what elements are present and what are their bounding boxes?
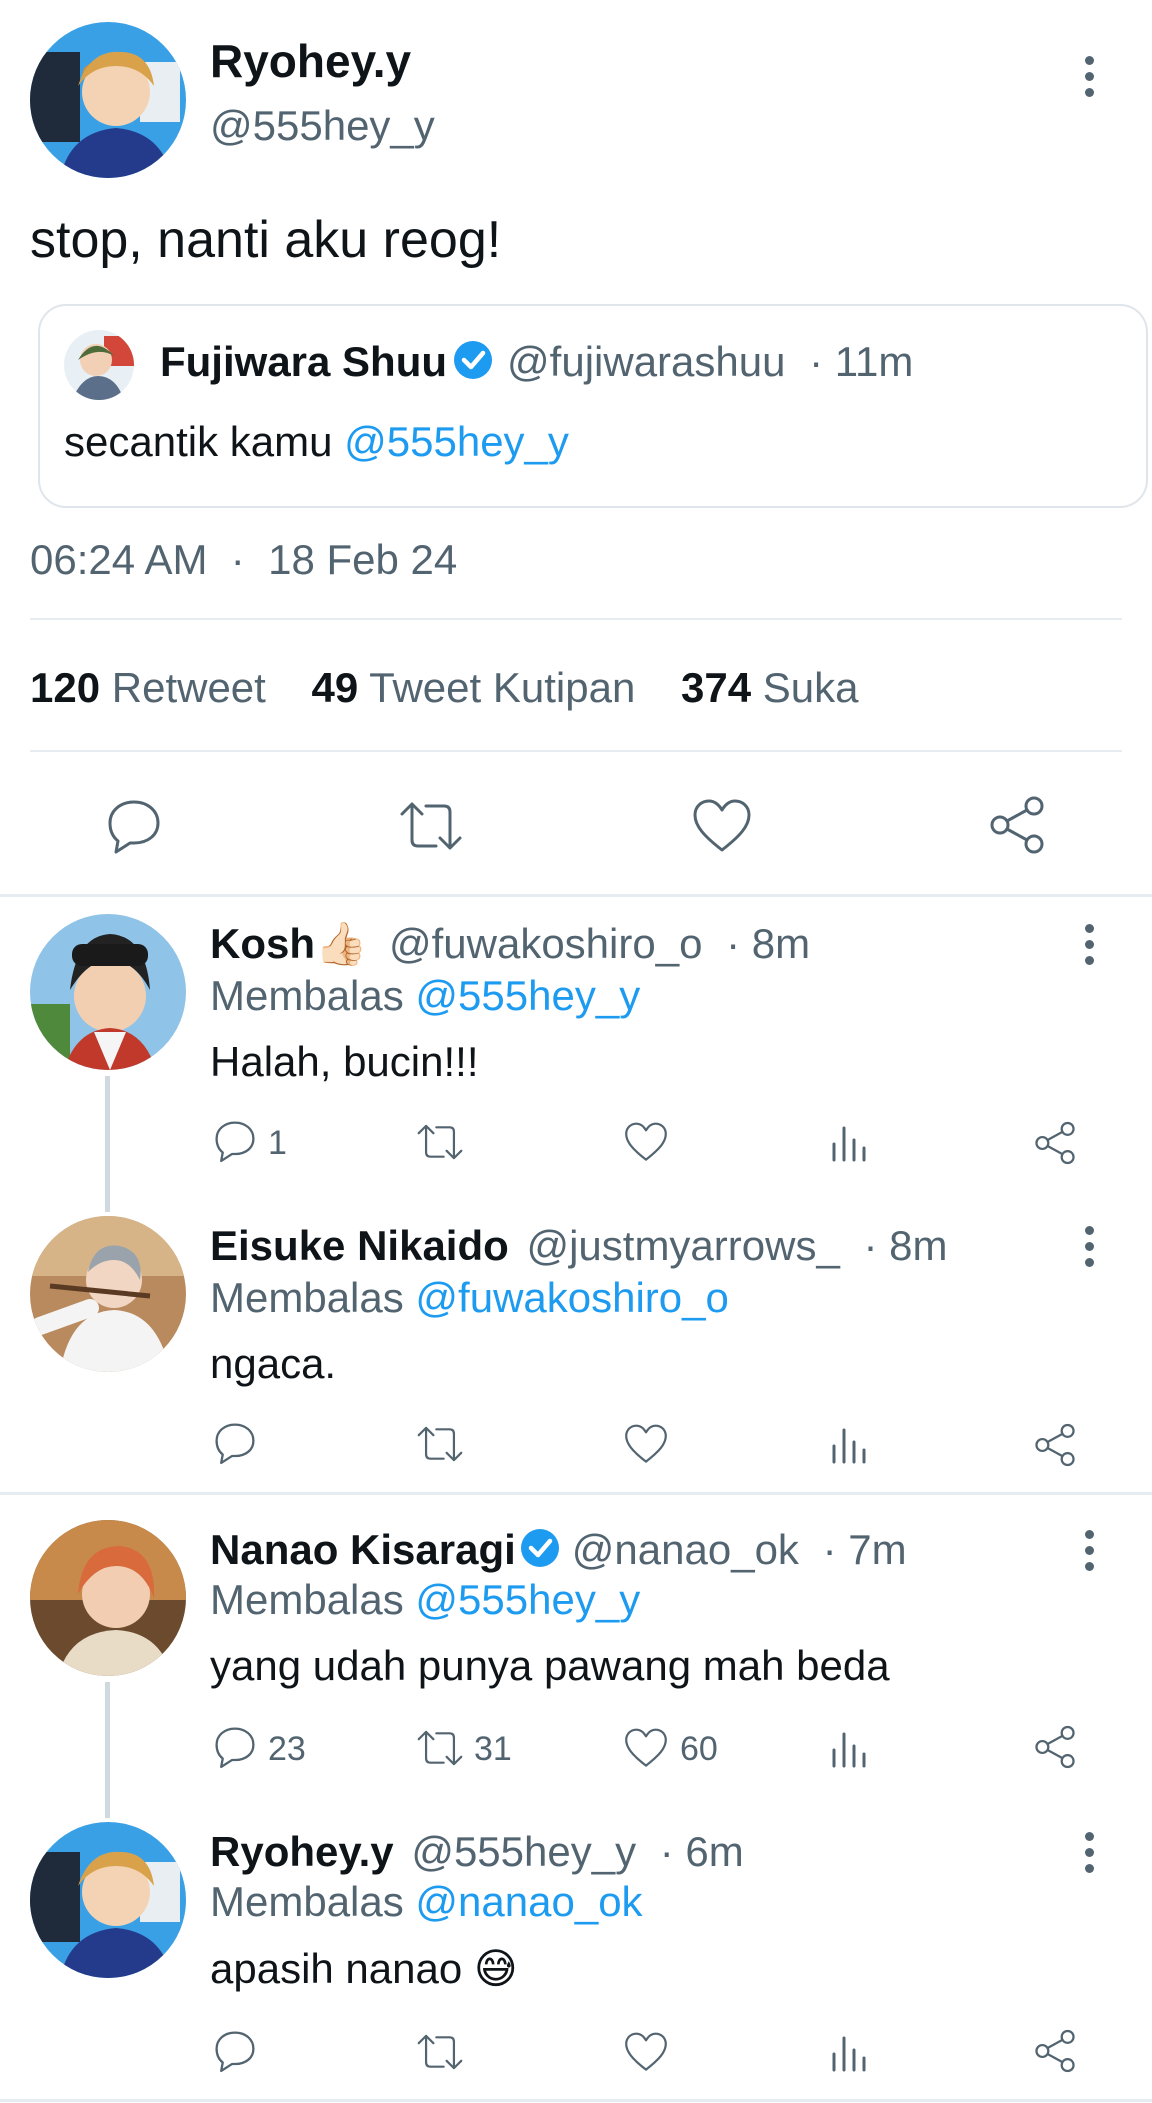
reply-author-handle[interactable]: @555hey_y — [411, 1828, 636, 1875]
reply-time: · 7m — [822, 1526, 907, 1573]
retweet-icon[interactable] — [396, 796, 466, 856]
author-handle[interactable]: @555hey_y — [210, 102, 435, 150]
quote-tweet-card[interactable]: Fujiwara Shuu @fujiwarashuu · 11m secanti… — [38, 304, 1148, 508]
likes-stat[interactable]: 374 Suka — [681, 664, 858, 711]
retweet-icon[interactable] — [414, 1726, 466, 1770]
share-icon[interactable] — [1032, 1120, 1078, 1166]
retweet-icon[interactable] — [414, 2030, 466, 2074]
reply-author-name[interactable]: Ryohey.y — [210, 1828, 394, 1875]
reply-author-name[interactable]: Eisuke Nikaido — [210, 1222, 509, 1269]
quote-avatar[interactable] — [64, 330, 134, 400]
quote-text: secantik kamu — [64, 418, 345, 465]
more-options-icon[interactable] — [1084, 56, 1094, 97]
replying-to-label: Membalas — [210, 1576, 416, 1623]
quote-author-name[interactable]: Fujiwara Shuu — [160, 338, 447, 385]
thread-line — [105, 1682, 110, 1818]
avatar[interactable] — [30, 914, 186, 1070]
quote-time: · 11m — [809, 338, 914, 385]
tweet-text: stop, nanti aku reog! — [30, 211, 502, 269]
replying-to-label: Membalas — [210, 1878, 416, 1925]
share-icon[interactable] — [1032, 1724, 1078, 1770]
reply-icon[interactable] — [212, 1118, 258, 1164]
quote-author-handle[interactable]: @fujiwarashuu — [507, 338, 785, 385]
section-divider — [0, 1492, 1152, 1495]
more-options-icon[interactable] — [1084, 1832, 1094, 1873]
reply-count: 23 — [268, 1730, 306, 1768]
author-name[interactable]: Ryohey.y — [210, 34, 411, 88]
section-divider — [0, 2099, 1152, 2102]
replying-to-label: Membalas — [210, 972, 416, 1019]
replying-to-label: Membalas — [210, 1274, 416, 1321]
reply-time: · 6m — [659, 1828, 744, 1875]
reply-count: 1 — [268, 1124, 287, 1162]
retweet-icon[interactable] — [414, 1422, 466, 1466]
analytics-icon[interactable] — [830, 1422, 870, 1466]
like-icon[interactable] — [622, 1726, 670, 1770]
like-icon[interactable] — [622, 2030, 670, 2074]
reply-author-name[interactable]: Kosh👍🏻 — [210, 920, 367, 967]
share-icon[interactable] — [986, 794, 1048, 856]
more-options-icon[interactable] — [1084, 1226, 1094, 1267]
reply-icon[interactable] — [212, 1724, 258, 1770]
avatar[interactable] — [30, 1822, 186, 1978]
retweet-icon[interactable] — [414, 1120, 466, 1164]
verified-badge-icon — [454, 341, 493, 379]
quote-mention-link[interactable]: @555hey_y — [344, 418, 569, 465]
avatar[interactable] — [30, 22, 186, 178]
reply-text: apasih nanao 😅 — [210, 1945, 518, 1992]
thread-line — [105, 1076, 110, 1212]
share-icon[interactable] — [1032, 1422, 1078, 1468]
reply-icon[interactable] — [212, 2028, 258, 2074]
section-divider — [0, 894, 1152, 897]
reply-author-handle[interactable]: @fuwakoshiro_o — [389, 920, 702, 967]
avatar[interactable] — [30, 1520, 186, 1676]
verified-badge-icon — [520, 1529, 559, 1567]
divider — [30, 618, 1122, 620]
reply-author-handle[interactable]: @justmyarrows_ — [526, 1222, 839, 1269]
replying-to-link[interactable]: @nanao_ok — [415, 1878, 642, 1925]
retweet-count: 31 — [474, 1730, 512, 1768]
analytics-icon[interactable] — [830, 2030, 870, 2074]
like-icon[interactable] — [622, 1422, 670, 1466]
reply-text: Halah, bucin!!! — [210, 1038, 479, 1085]
replying-to-link[interactable]: @555hey_y — [415, 1576, 640, 1623]
analytics-icon[interactable] — [830, 1120, 870, 1164]
more-options-icon[interactable] — [1084, 1530, 1094, 1571]
reply-text: yang udah punya pawang mah beda — [210, 1642, 890, 1689]
tweet-timestamp: 06:24 AM · 18 Feb 24 — [30, 536, 458, 583]
like-icon[interactable] — [690, 796, 754, 856]
replying-to-link[interactable]: @555hey_y — [415, 972, 640, 1019]
reply-text: ngaca. — [210, 1340, 337, 1387]
quote-tweet-stat[interactable]: 49 Tweet Kutipan — [312, 664, 636, 711]
replying-to-link[interactable]: @fuwakoshiro_o — [415, 1274, 728, 1321]
avatar[interactable] — [30, 1216, 186, 1372]
like-count: 60 — [680, 1730, 718, 1768]
reply-author-handle[interactable]: @nanao_ok — [572, 1526, 799, 1573]
like-icon[interactable] — [622, 1120, 670, 1164]
share-icon[interactable] — [1032, 2028, 1078, 2074]
reply-author-name[interactable]: Nanao Kisaragi — [210, 1526, 516, 1573]
tweet-stats: 120 Retweet 49 Tweet Kutipan 374 Suka — [30, 664, 858, 712]
retweet-stat[interactable]: 120 Retweet — [30, 664, 266, 711]
reply-time: · 8m — [726, 920, 811, 967]
reply-time: · 8m — [863, 1222, 948, 1269]
divider — [30, 750, 1122, 752]
reply-icon[interactable] — [104, 796, 164, 856]
analytics-icon[interactable] — [830, 1726, 870, 1770]
reply-icon[interactable] — [212, 1420, 258, 1466]
more-options-icon[interactable] — [1084, 924, 1094, 965]
